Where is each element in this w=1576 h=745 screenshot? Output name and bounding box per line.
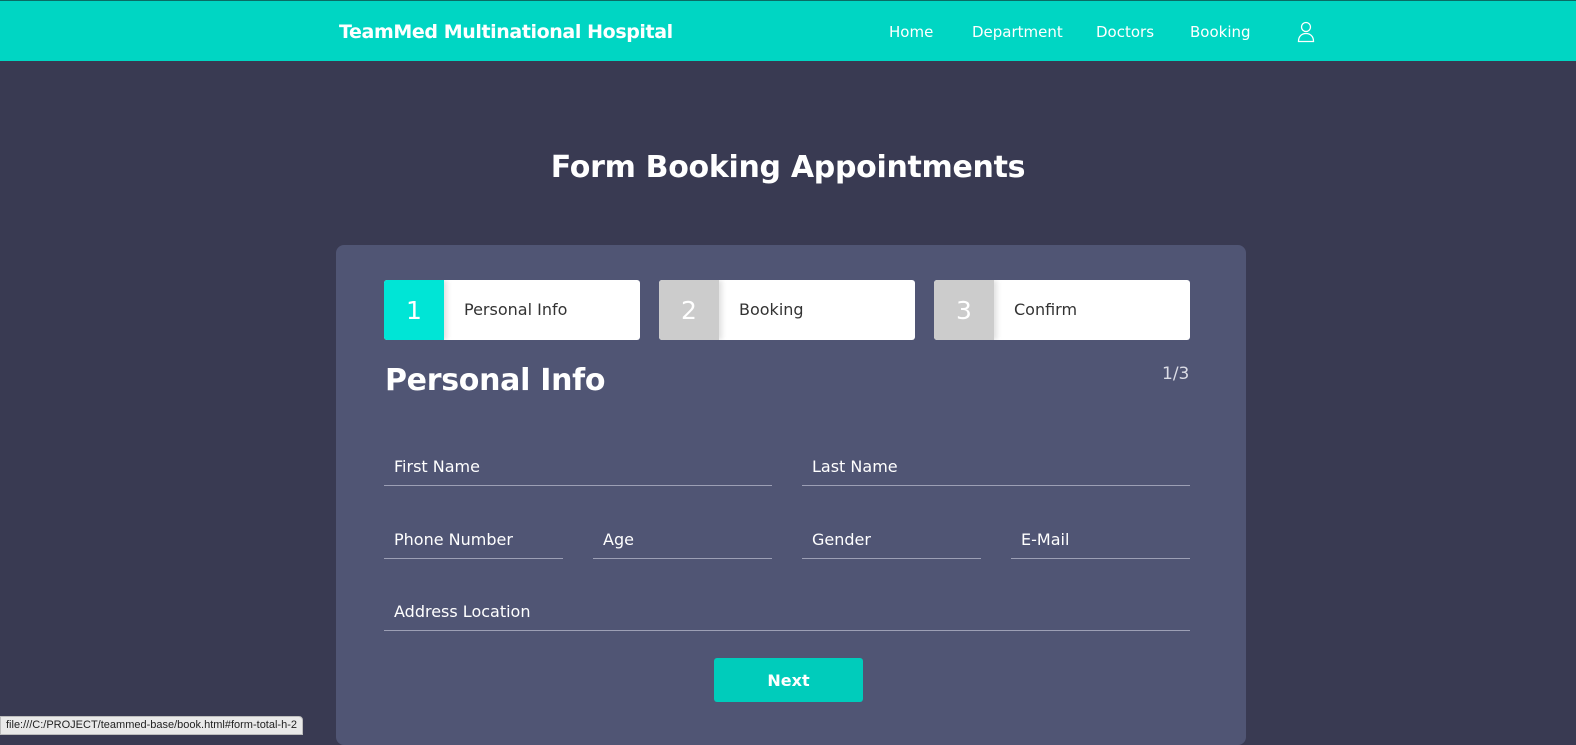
address-location-field[interactable]: Address Location	[384, 591, 1190, 631]
first-name-field[interactable]: First Name	[384, 446, 772, 486]
top-navbar: TeamMed Multinational Hospital Home Depa…	[0, 0, 1576, 61]
step-booking[interactable]: 2 Booking	[659, 280, 915, 340]
nav-link-department[interactable]: Department	[972, 23, 1063, 41]
email-field[interactable]: E-Mail	[1011, 519, 1190, 559]
step-number: 3	[934, 280, 994, 340]
user-icon[interactable]	[1297, 21, 1315, 43]
last-name-placeholder: Last Name	[812, 457, 898, 476]
nav-link-home[interactable]: Home	[889, 23, 933, 41]
step-personal-info[interactable]: 1 Personal Info	[384, 280, 640, 340]
nav-link-doctors[interactable]: Doctors	[1096, 23, 1154, 41]
step-label: Confirm	[1014, 300, 1078, 319]
first-name-placeholder: First Name	[394, 457, 480, 476]
gender-placeholder: Gender	[812, 530, 871, 549]
address-location-placeholder: Address Location	[394, 602, 531, 621]
next-button[interactable]: Next	[714, 658, 863, 702]
step-label: Booking	[739, 300, 804, 319]
email-placeholder: E-Mail	[1021, 530, 1070, 549]
step-confirm[interactable]: 3 Confirm	[934, 280, 1190, 340]
age-field[interactable]: Age	[593, 519, 772, 559]
step-pager: 1/3	[1162, 364, 1190, 384]
gender-field[interactable]: Gender	[802, 519, 981, 559]
section-title: Personal Info	[385, 363, 606, 398]
nav-link-booking[interactable]: Booking	[1190, 23, 1251, 41]
age-placeholder: Age	[603, 530, 634, 549]
phone-number-field[interactable]: Phone Number	[384, 519, 563, 559]
step-label: Personal Info	[464, 300, 568, 319]
step-number: 1	[384, 280, 444, 340]
last-name-field[interactable]: Last Name	[802, 446, 1190, 486]
brand-logo-text[interactable]: TeamMed Multinational Hospital	[339, 21, 673, 43]
phone-number-placeholder: Phone Number	[394, 530, 513, 549]
step-number: 2	[659, 280, 719, 340]
page-title: Form Booking Appointments	[550, 150, 1026, 185]
booking-form-card: 1 Personal Info 2 Booking 3 Confirm Pers…	[336, 245, 1246, 745]
status-bar-url: file:///C:/PROJECT/teammed-base/book.htm…	[0, 716, 303, 735]
